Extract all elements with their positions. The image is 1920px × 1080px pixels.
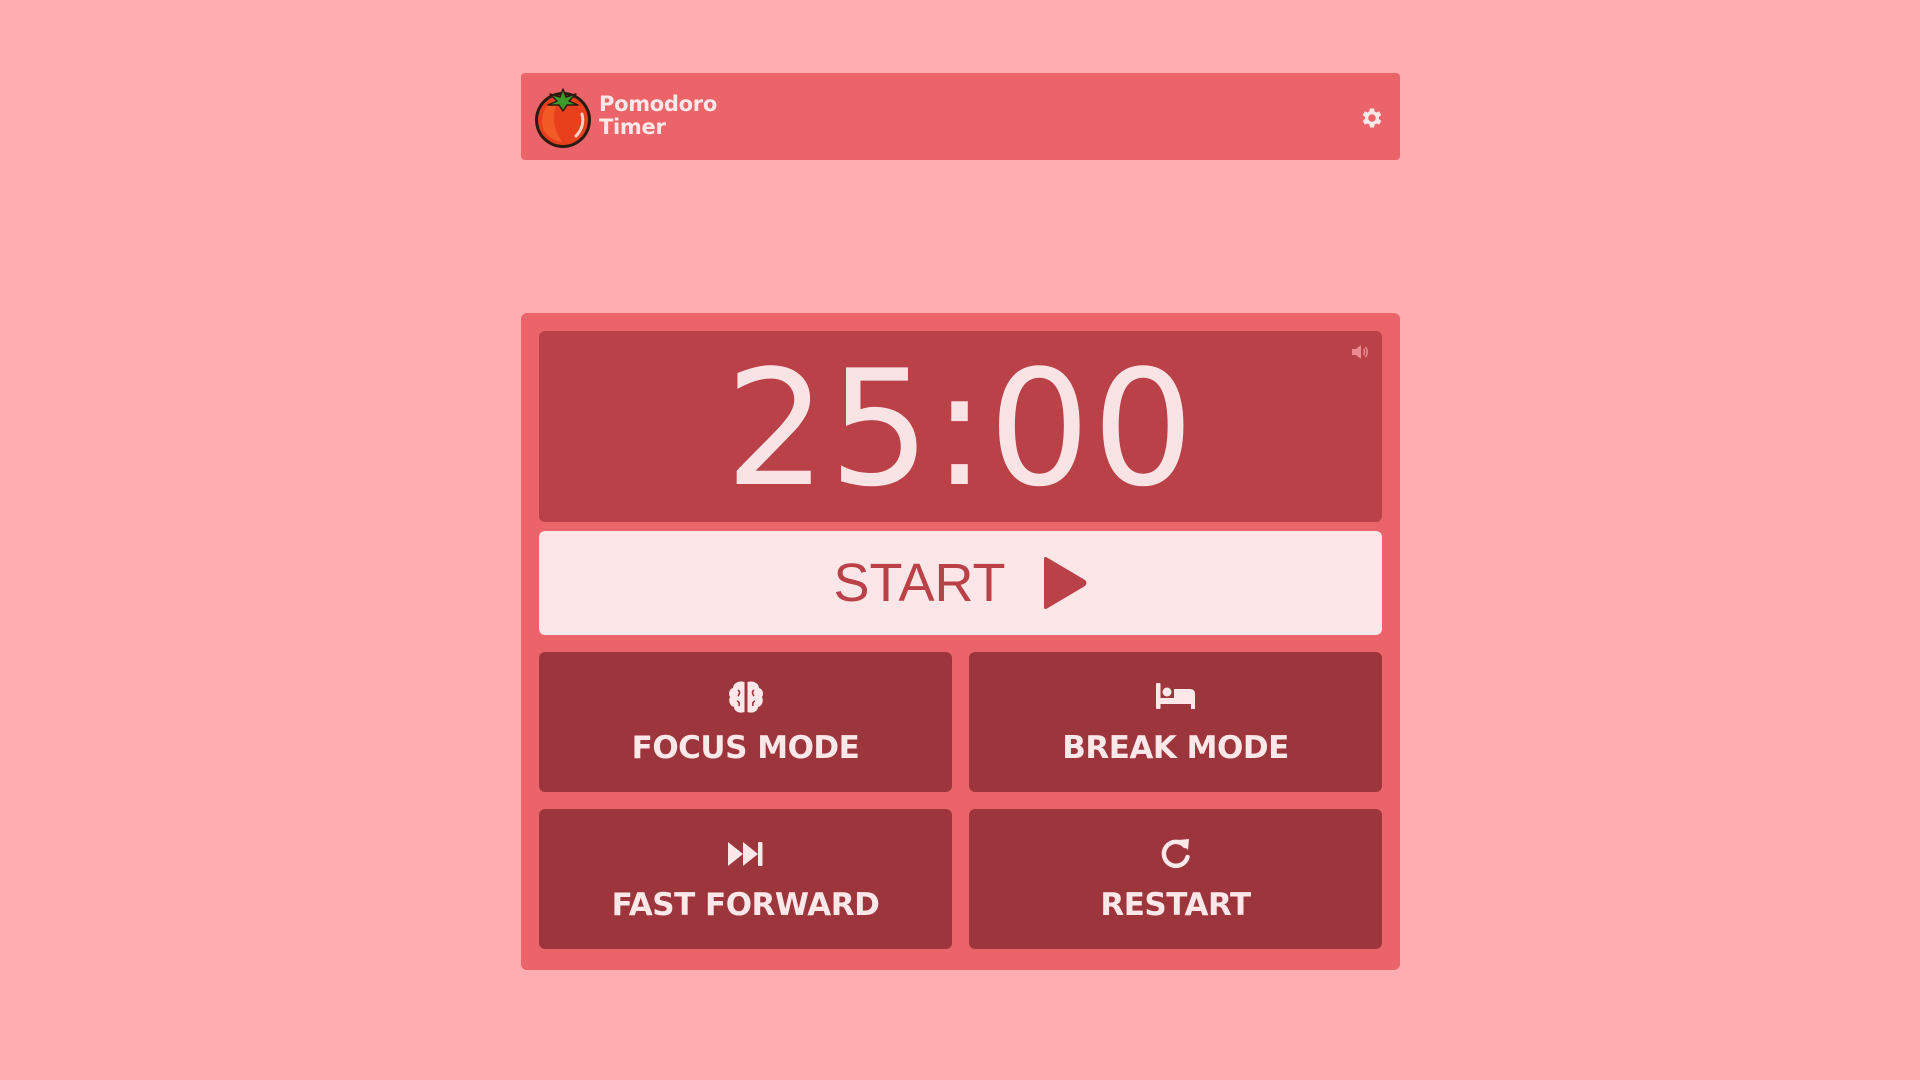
- fast-forward-button[interactable]: FAST FORWARD: [539, 809, 952, 949]
- volume-icon[interactable]: [1350, 343, 1370, 361]
- restart-icon: [1161, 839, 1190, 869]
- focus-mode-label: FOCUS MODE: [631, 730, 860, 766]
- restart-button[interactable]: RESTART: [969, 809, 1382, 949]
- tomato-icon: [535, 88, 591, 148]
- app-title: Pomodoro Timer: [599, 93, 717, 139]
- break-mode-label: BREAK MODE: [1062, 730, 1289, 766]
- timer-panel: 25:00 START FOCUS MODE BREAK MODE FAST F…: [521, 313, 1400, 970]
- restart-label: RESTART: [1100, 887, 1251, 923]
- start-button[interactable]: START: [539, 531, 1382, 635]
- bed-icon: [1155, 683, 1195, 709]
- timer-display: 25:00: [539, 331, 1382, 522]
- app-header: Pomodoro Timer: [521, 73, 1400, 160]
- fast-forward-label: FAST FORWARD: [611, 887, 880, 923]
- break-mode-button[interactable]: BREAK MODE: [969, 652, 1382, 792]
- focus-mode-button[interactable]: FOCUS MODE: [539, 652, 952, 792]
- gear-icon[interactable]: [1359, 105, 1385, 131]
- timer-readout: 25:00: [724, 335, 1197, 522]
- play-icon: [1043, 557, 1087, 609]
- start-label: START: [833, 553, 1006, 613]
- fast-forward-icon: [727, 842, 762, 866]
- brain-icon: [728, 681, 763, 713]
- app-title-line1: Pomodoro: [599, 92, 717, 116]
- app-title-line2: Timer: [599, 115, 666, 139]
